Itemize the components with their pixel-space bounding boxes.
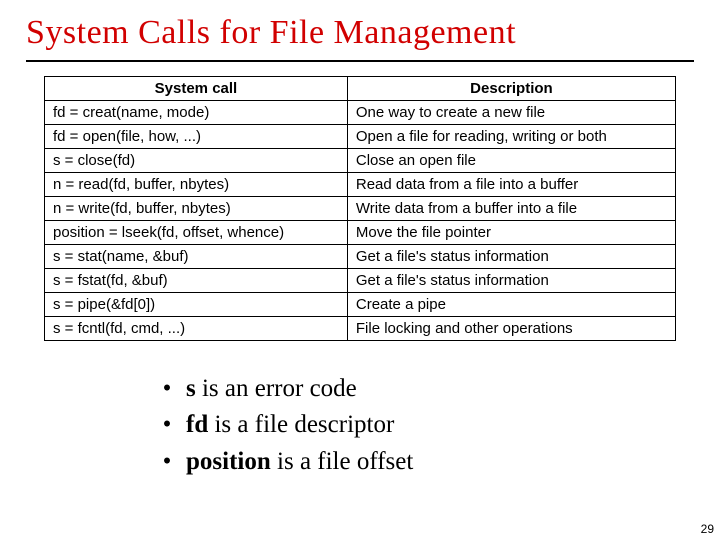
note-term: s	[186, 375, 196, 402]
table-row: fd = open(file, how, ...)Open a file for…	[45, 125, 676, 149]
table-row: s = close(fd)Close an open file	[45, 149, 676, 173]
cell-call: s = fstat(fd, &buf)	[45, 269, 348, 293]
table-row: s = fcntl(fd, cmd, ...)File locking and …	[45, 317, 676, 341]
cell-call: s = pipe(&fd[0])	[45, 293, 348, 317]
cell-desc: File locking and other operations	[347, 317, 675, 341]
cell-call: s = close(fd)	[45, 149, 348, 173]
list-item: • position is a file offset	[160, 444, 720, 480]
note-term: position	[186, 448, 271, 475]
list-item: • s is an error code	[160, 371, 720, 407]
cell-call: fd = open(file, how, ...)	[45, 125, 348, 149]
note-text: s is an error code	[186, 371, 357, 407]
table-row: s = fstat(fd, &buf)Get a file's status i…	[45, 269, 676, 293]
cell-desc: Move the file pointer	[347, 221, 675, 245]
cell-desc: Get a file's status information	[347, 245, 675, 269]
table-row: fd = creat(name, mode)One way to create …	[45, 101, 676, 125]
cell-call: fd = creat(name, mode)	[45, 101, 348, 125]
note-rest: is a file offset	[271, 448, 414, 475]
table-row: s = pipe(&fd[0])Create a pipe	[45, 293, 676, 317]
cell-desc: Read data from a file into a buffer	[347, 173, 675, 197]
cell-desc: Get a file's status information	[347, 269, 675, 293]
cell-desc: One way to create a new file	[347, 101, 675, 125]
cell-desc: Close an open file	[347, 149, 675, 173]
table-row: position = lseek(fd, offset, whence)Move…	[45, 221, 676, 245]
notes-list: • s is an error code • fd is a file desc…	[160, 371, 720, 480]
cell-call: s = fcntl(fd, cmd, ...)	[45, 317, 348, 341]
slide-title: System Calls for File Management	[0, 0, 720, 58]
title-underline	[26, 60, 694, 62]
cell-call: n = read(fd, buffer, nbytes)	[45, 173, 348, 197]
slide: System Calls for File Management System …	[0, 0, 720, 540]
note-term: fd	[186, 411, 208, 438]
table-header-row: System call Description	[45, 77, 676, 101]
table-row: n = write(fd, buffer, nbytes)Write data …	[45, 197, 676, 221]
note-rest: is a file descriptor	[208, 411, 394, 438]
bullet-icon: •	[160, 444, 174, 480]
bullet-icon: •	[160, 407, 174, 443]
cell-desc: Write data from a buffer into a file	[347, 197, 675, 221]
cell-call: position = lseek(fd, offset, whence)	[45, 221, 348, 245]
note-rest: is an error code	[196, 375, 357, 402]
list-item: • fd is a file descriptor	[160, 407, 720, 443]
table-row: s = stat(name, &buf)Get a file's status …	[45, 245, 676, 269]
syscall-table-wrap: System call Description fd = creat(name,…	[44, 76, 676, 341]
syscall-table: System call Description fd = creat(name,…	[44, 76, 676, 341]
note-text: position is a file offset	[186, 444, 413, 480]
page-number: 29	[701, 522, 714, 536]
col-header-desc: Description	[347, 77, 675, 101]
cell-call: n = write(fd, buffer, nbytes)	[45, 197, 348, 221]
cell-desc: Open a file for reading, writing or both	[347, 125, 675, 149]
col-header-call: System call	[45, 77, 348, 101]
cell-call: s = stat(name, &buf)	[45, 245, 348, 269]
bullet-icon: •	[160, 371, 174, 407]
cell-desc: Create a pipe	[347, 293, 675, 317]
table-row: n = read(fd, buffer, nbytes)Read data fr…	[45, 173, 676, 197]
note-text: fd is a file descriptor	[186, 407, 394, 443]
